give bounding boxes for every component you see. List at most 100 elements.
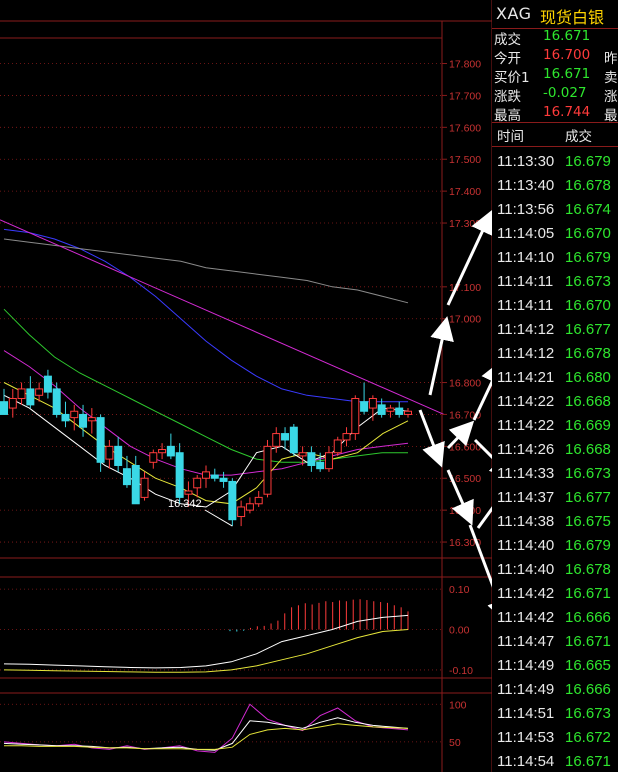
quote-label-2: 涨 bbox=[604, 89, 618, 105]
trade-time: 11:14:53 bbox=[497, 729, 555, 746]
trade-row[interactable]: 11:14:49 16.665 bbox=[492, 654, 618, 677]
trade-time: 11:14:12 bbox=[497, 345, 555, 362]
trade-row[interactable]: 11:14:12 16.677 bbox=[492, 318, 618, 341]
trade-row[interactable]: 11:14:42 16.666 bbox=[492, 606, 618, 629]
trade-row[interactable]: 11:13:30 16.679 bbox=[492, 150, 618, 173]
trade-time: 11:14:21 bbox=[497, 369, 555, 386]
trades-col-time: 时间 bbox=[497, 129, 524, 145]
price-tick-label: 17.400 bbox=[449, 186, 481, 198]
candle-body bbox=[122, 468, 131, 486]
trade-time: 11:14:47 bbox=[497, 633, 555, 650]
trade-row[interactable]: 11:14:37 16.677 bbox=[492, 486, 618, 509]
trade-price: 16.678 bbox=[565, 561, 611, 578]
trade-time: 11:14:37 bbox=[497, 489, 555, 506]
quote-label: 涨跌 bbox=[494, 89, 521, 105]
kdj-tick-label: 50 bbox=[449, 737, 461, 749]
candle-body bbox=[368, 397, 377, 409]
trade-row[interactable]: 11:14:11 16.670 bbox=[492, 294, 618, 317]
candle-body bbox=[360, 401, 369, 412]
trade-price: 16.680 bbox=[565, 369, 611, 386]
price-tick-label: 17.700 bbox=[449, 90, 481, 102]
quote-value: 16.671 bbox=[543, 66, 591, 82]
trade-row[interactable]: 11:14:05 16.670 bbox=[492, 222, 618, 245]
trade-price: 16.679 bbox=[565, 153, 611, 170]
trade-time: 11:14:10 bbox=[497, 249, 555, 266]
trade-row[interactable]: 11:14:54 16.671 bbox=[492, 750, 618, 772]
trade-time: 11:14:33 bbox=[497, 465, 555, 482]
price-tick-label: 17.600 bbox=[449, 122, 481, 134]
candle-body bbox=[105, 445, 114, 460]
trade-row[interactable]: 11:14:47 16.671 bbox=[492, 630, 618, 653]
trade-price: 16.668 bbox=[565, 441, 611, 458]
candle-body bbox=[254, 496, 263, 505]
trade-row[interactable]: 11:14:10 16.679 bbox=[492, 246, 618, 269]
trade-time: 11:14:11 bbox=[497, 297, 554, 314]
candle-body bbox=[298, 452, 307, 457]
trades-col-price: 成交 bbox=[565, 129, 592, 145]
trade-row[interactable]: 11:14:12 16.678 bbox=[492, 342, 618, 365]
trade-price: 16.673 bbox=[565, 273, 611, 290]
trade-price: 16.670 bbox=[565, 297, 611, 314]
trade-time: 11:13:30 bbox=[497, 153, 555, 170]
trade-row[interactable]: 11:14:33 16.673 bbox=[492, 462, 618, 485]
candle-body bbox=[386, 407, 395, 412]
trade-price: 16.677 bbox=[565, 489, 611, 506]
trade-price: 16.679 bbox=[565, 537, 611, 554]
candle-body bbox=[96, 417, 105, 463]
trade-row[interactable]: 11:14:38 16.675 bbox=[492, 510, 618, 533]
trade-time: 11:14:38 bbox=[497, 513, 555, 530]
trade-row[interactable]: 11:13:40 16.678 bbox=[492, 174, 618, 197]
candle-body bbox=[316, 461, 325, 470]
candle-body bbox=[377, 404, 386, 415]
trade-time: 11:14:49 bbox=[497, 681, 555, 698]
price-tick-label: 17.300 bbox=[449, 218, 481, 230]
quote-label: 买价1 bbox=[494, 70, 530, 86]
candle-body bbox=[219, 477, 228, 482]
candle-body bbox=[140, 477, 149, 498]
symbol-code: XAG bbox=[496, 4, 532, 23]
trade-row[interactable]: 11:14:21 16.680 bbox=[492, 366, 618, 389]
trade-row[interactable]: 11:14:40 16.679 bbox=[492, 534, 618, 557]
trade-price: 16.675 bbox=[565, 513, 611, 530]
trade-row[interactable]: 11:14:42 16.671 bbox=[492, 582, 618, 605]
candle-body bbox=[324, 452, 333, 470]
candle-body bbox=[272, 433, 281, 447]
trade-time: 11:14:42 bbox=[497, 609, 555, 626]
trade-row[interactable]: 11:14:49 16.666 bbox=[492, 678, 618, 701]
trade-price: 16.673 bbox=[565, 705, 611, 722]
candle-body bbox=[404, 410, 412, 415]
trade-price: 16.665 bbox=[565, 657, 611, 674]
quote-value: -0.027 bbox=[543, 85, 587, 101]
trade-price: 16.671 bbox=[565, 633, 611, 650]
trade-row[interactable]: 11:14:40 16.678 bbox=[492, 558, 618, 581]
trade-row[interactable]: 11:14:26 16.668 bbox=[492, 438, 618, 461]
kdj-tick-label: 100 bbox=[449, 699, 467, 711]
quote-row: 今开 16.700 昨 bbox=[492, 47, 618, 67]
trade-price: 16.668 bbox=[565, 393, 611, 410]
trade-price: 16.677 bbox=[565, 321, 611, 338]
price-chart-area[interactable]: 0.10 0.00 -0.10 100 50 17.800 17.700 17.600 17… bbox=[0, 0, 492, 772]
trade-row[interactable]: 11:14:22 16.668 bbox=[492, 390, 618, 413]
trade-row[interactable]: 11:14:11 16.673 bbox=[492, 270, 618, 293]
trade-price: 16.672 bbox=[565, 729, 611, 746]
trade-row[interactable]: 11:13:56 16.674 bbox=[492, 198, 618, 221]
quote-label: 最高 bbox=[494, 108, 521, 124]
chart-background bbox=[0, 0, 492, 772]
macd-tick-label: -0.10 bbox=[449, 665, 473, 677]
trade-price: 16.670 bbox=[565, 225, 611, 242]
low-price-label: 16.342 bbox=[168, 498, 202, 510]
quote-row: 最高 16.744 最 bbox=[492, 104, 618, 124]
symbol-name: 现货白银 bbox=[540, 8, 605, 27]
trade-time: 11:14:11 bbox=[497, 273, 554, 290]
candle-body bbox=[8, 397, 17, 409]
quote-value: 16.671 bbox=[543, 28, 591, 44]
trade-time: 11:14:22 bbox=[497, 417, 555, 434]
candle-body bbox=[52, 388, 61, 415]
quote-row: 买价1 16.671 卖 bbox=[492, 66, 618, 86]
candle-body bbox=[228, 480, 237, 521]
trade-row[interactable]: 11:14:53 16.672 bbox=[492, 726, 618, 749]
candle-body bbox=[193, 477, 202, 489]
quote-divider bbox=[492, 122, 618, 123]
trade-row[interactable]: 11:14:51 16.673 bbox=[492, 702, 618, 725]
trade-row[interactable]: 11:14:22 16.669 bbox=[492, 414, 618, 437]
